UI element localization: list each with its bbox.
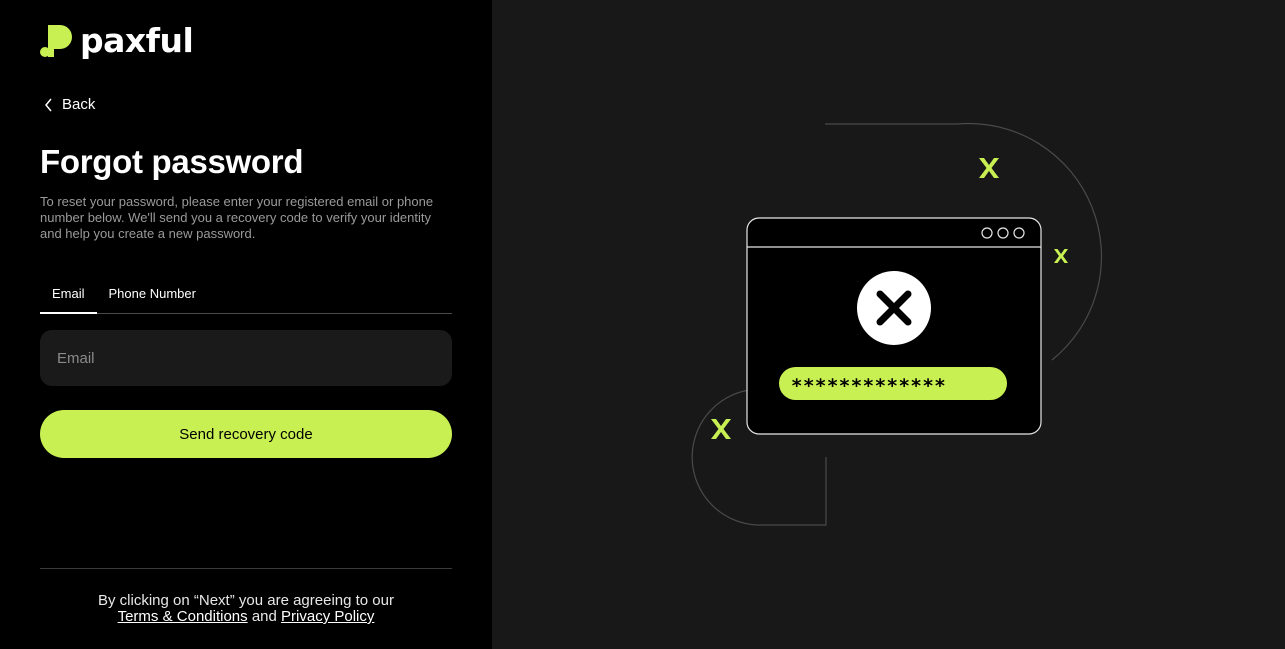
footer-divider [40,568,452,569]
privacy-link[interactable]: Privacy Policy [281,608,374,625]
illustration-panel: ************* [492,0,1285,649]
send-recovery-code-button[interactable]: Send recovery code [40,410,452,458]
password-field-graphic: ************* [779,367,1007,400]
forgot-password-illustration: ************* [691,122,1103,526]
chevron-left-icon [45,98,52,111]
contact-method-tabs: Email Phone Number [40,278,452,314]
legal-and: and [251,608,277,625]
brand-name: paxful [80,20,194,60]
page-description: To reset your password, please enter you… [40,194,434,241]
close-circle-icon [857,271,931,345]
back-link[interactable]: Back [44,96,95,113]
auth-panel: paxful Back Forgot password To reset you… [0,0,492,649]
email-field[interactable] [40,330,452,386]
sparkle-x-icon [711,419,731,439]
password-mask-text: ************* [791,375,946,397]
legal-notice: By clicking on “Next” you are agreeing t… [40,593,452,625]
page-title: Forgot password [40,143,304,180]
paxful-logo-icon [40,25,72,57]
sparkle-x-icon [1054,249,1068,263]
tab-email[interactable]: Email [40,278,97,314]
tab-phone-number[interactable]: Phone Number [97,278,208,314]
back-label: Back [62,96,96,113]
brand-logo[interactable]: paxful [40,20,194,60]
terms-link[interactable]: Terms & Conditions [118,608,248,625]
legal-prefix: By clicking on “Next” you are agreeing t… [98,592,394,609]
sparkle-x-icon [979,158,999,178]
